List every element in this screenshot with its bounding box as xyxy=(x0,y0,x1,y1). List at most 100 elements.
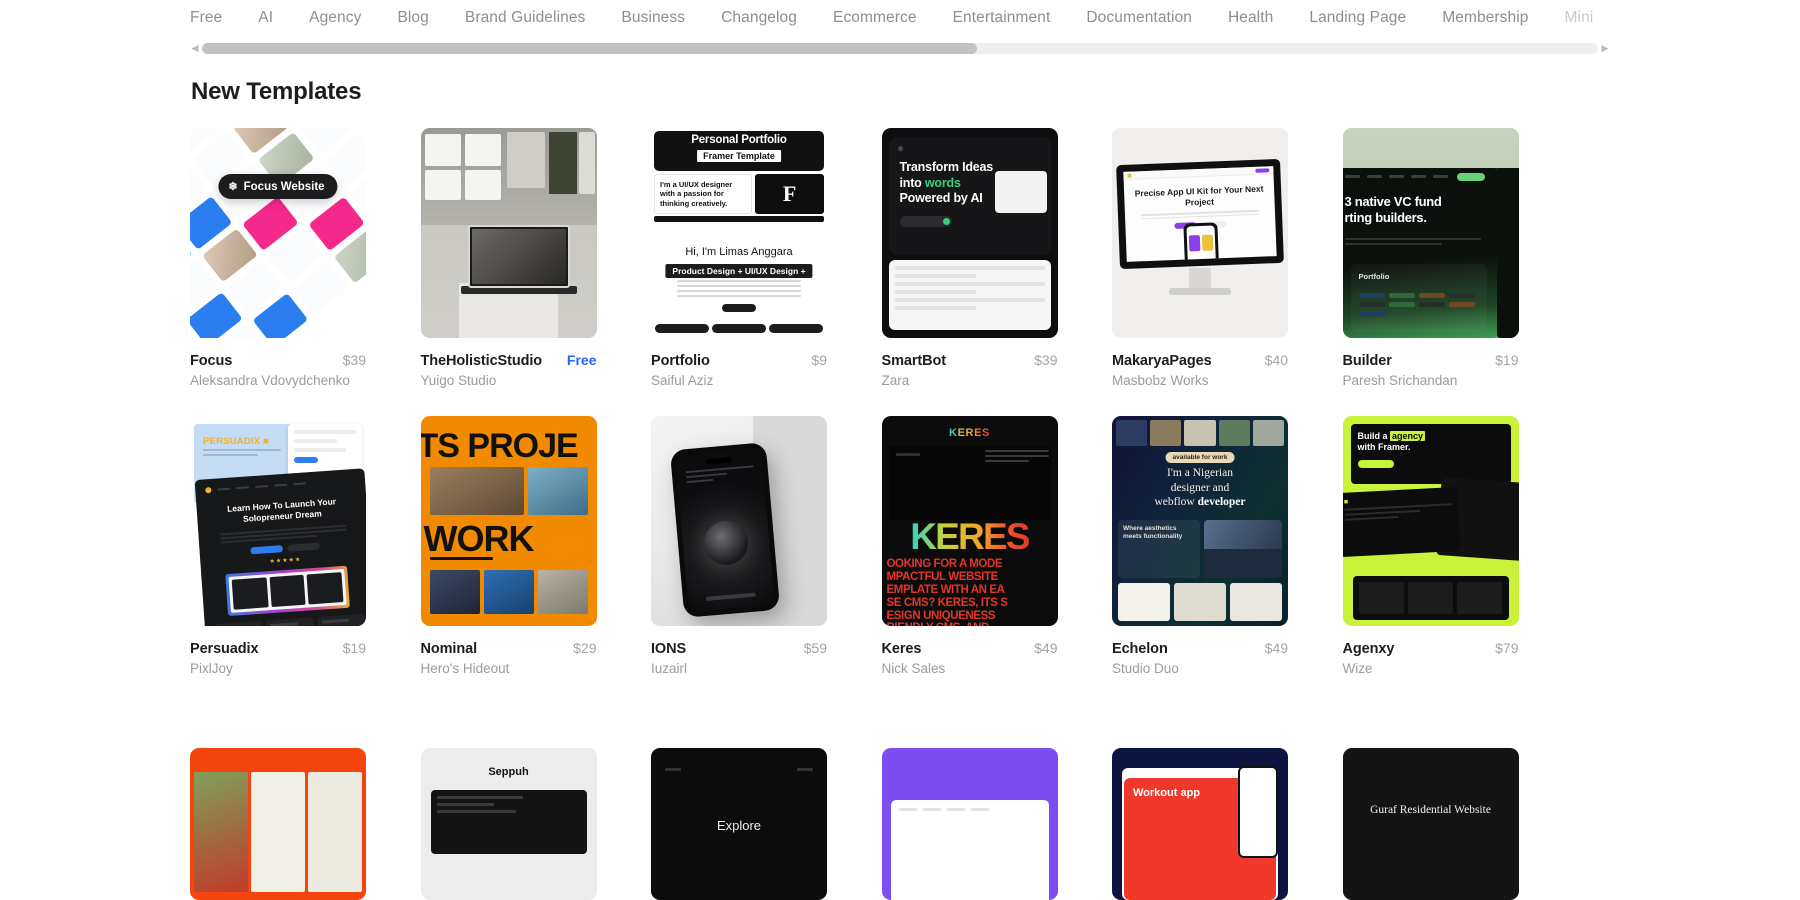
category-nav[interactable]: Free AI Agency Blog Brand Guidelines Bus… xyxy=(0,0,1800,36)
makarya-headline: Precise App UI Kit for Your Next Project xyxy=(1134,183,1264,208)
template-price: $49 xyxy=(1034,640,1058,656)
template-price: $79 xyxy=(1495,640,1519,656)
thumbnail-art: KERES KERES OOKING FOR A MODE MPACTFUL W… xyxy=(881,416,1058,626)
template-card-nominal[interactable]: TS PROJE WORK Nominal $29 Hero's Hideout xyxy=(420,416,597,676)
next-row-logo: Seppuh xyxy=(488,766,529,778)
template-thumbnail-next-1[interactable] xyxy=(190,748,366,900)
template-name: Builder xyxy=(1342,353,1392,369)
builder-headline-1: 3 native VC fund xyxy=(1344,193,1442,209)
thumbnail-art: Precise App UI Kit for Your Next Project xyxy=(1112,128,1288,338)
template-card-smartbot[interactable]: Transform Ideas into words Powered by AI xyxy=(881,128,1058,388)
template-card-theholisticstudio[interactable]: TheHolisticStudio Free Yuigo Studio xyxy=(420,128,597,388)
template-thumbnail-next-6[interactable]: Guraf Residential Website xyxy=(1342,748,1519,900)
framer-logo-icon: F xyxy=(782,181,797,206)
template-thumbnail-next-4[interactable] xyxy=(881,748,1058,900)
template-card-makaryapages[interactable]: Precise App UI Kit for Your Next Project… xyxy=(1112,128,1288,388)
builder-headline-2: rting builders. xyxy=(1344,209,1427,225)
category-nav-item-ecommerce[interactable]: Ecommerce xyxy=(833,0,935,36)
template-name: Nominal xyxy=(420,641,478,657)
template-price: $29 xyxy=(573,640,597,656)
template-thumbnail-nominal[interactable]: TS PROJE WORK xyxy=(420,416,597,626)
template-thumbnail-smartbot[interactable]: Transform Ideas into words Powered by AI xyxy=(881,128,1058,338)
template-thumbnail-echelon[interactable]: available for work I'm a Nigerian design… xyxy=(1112,416,1288,626)
template-thumbnail-focus[interactable]: ❄ Focus Website xyxy=(190,128,366,338)
template-meta: TheHolisticStudio Free Yuigo Studio xyxy=(421,352,597,388)
thumbnail-art: TS PROJE WORK xyxy=(420,416,597,626)
template-name: Focus xyxy=(190,353,233,369)
template-thumbnail-makaryapages[interactable]: Precise App UI Kit for Your Next Project xyxy=(1112,128,1288,338)
template-thumbnail-portfolio[interactable]: Personal Portfolio Framer Template I'm a… xyxy=(651,128,827,338)
agenxy-headline-2: with Framer. xyxy=(1357,442,1411,453)
thumbnail-art: Personal Portfolio Framer Template I'm a… xyxy=(651,128,827,338)
category-nav-item-agency[interactable]: Agency xyxy=(309,0,379,36)
template-thumbnail-keres[interactable]: KERES KERES OOKING FOR A MODE MPACTFUL W… xyxy=(881,416,1058,626)
next-row-label: Guraf Residential Website xyxy=(1370,804,1491,816)
category-nav-item-landing-page[interactable]: Landing Page xyxy=(1309,0,1424,36)
category-nav-item-ai[interactable]: AI xyxy=(258,0,291,36)
category-nav-item-membership[interactable]: Membership xyxy=(1442,0,1546,36)
portfolio-mid-text: Hi, I'm Limas Anggara xyxy=(685,246,793,258)
category-nav-item-blog[interactable]: Blog xyxy=(397,0,446,36)
template-card-portfolio[interactable]: Personal Portfolio Framer Template I'm a… xyxy=(651,128,827,388)
page-title: New Templates xyxy=(191,78,362,105)
template-name: Persuadix xyxy=(190,641,259,657)
category-nav-item-entertainment[interactable]: Entertainment xyxy=(953,0,1069,36)
template-meta: Nominal $29 Hero's Hideout xyxy=(421,640,597,676)
focus-tile-collage xyxy=(190,128,366,338)
sparkle-icon: ❄ xyxy=(228,181,238,193)
template-card-keres[interactable]: KERES KERES OOKING FOR A MODE MPACTFUL W… xyxy=(881,416,1058,676)
echelon-card-text: Where aesthetics meets functionality xyxy=(1123,525,1183,541)
category-nav-item-documentation[interactable]: Documentation xyxy=(1086,0,1210,36)
scroll-right-arrow-icon[interactable]: ▶ xyxy=(1600,43,1610,53)
category-nav-item-mini[interactable]: Mini xyxy=(1565,0,1612,36)
echelon-headline-2: designer and xyxy=(1170,481,1230,494)
template-thumbnail-next-5[interactable]: Workout app xyxy=(1112,748,1288,900)
category-nav-item-free[interactable]: Free xyxy=(190,0,240,36)
scroll-left-arrow-icon[interactable]: ◀ xyxy=(190,43,200,53)
thumbnail-art: ❄ Focus Website xyxy=(190,128,366,338)
category-nav-item-changelog[interactable]: Changelog xyxy=(721,0,815,36)
smartbot-headline-2: into xyxy=(899,175,922,190)
template-card-echelon[interactable]: available for work I'm a Nigerian design… xyxy=(1112,416,1288,676)
category-nav-item-brand-guidelines[interactable]: Brand Guidelines xyxy=(465,0,604,36)
template-thumbnail-agenxy[interactable]: Build a agency with Framer. ■ xyxy=(1342,416,1519,626)
template-price: $39 xyxy=(342,352,366,368)
templates-grid: ❄ Focus Website Focus $39 Aleksandra Vdo… xyxy=(190,128,1610,676)
template-card-agenxy[interactable]: Build a agency with Framer. ■ Agenxy $79 xyxy=(1342,416,1519,676)
template-thumbnail-builder[interactable]: 3 native VC fund rting builders. Portfol… xyxy=(1342,128,1519,338)
template-price: $49 xyxy=(1264,640,1288,656)
template-thumbnail-theholisticstudio[interactable] xyxy=(420,128,597,338)
template-name: SmartBot xyxy=(881,353,947,369)
echelon-headline-1: I'm a Nigerian xyxy=(1167,467,1233,479)
template-thumbnail-next-2[interactable]: Seppuh xyxy=(420,748,597,900)
category-nav-item-business[interactable]: Business xyxy=(621,0,703,36)
keres-body-1: OOKING FOR A MODE xyxy=(886,558,1003,570)
template-author: Zara xyxy=(881,373,910,388)
portfolio-hero-subtitle: Framer Template xyxy=(697,150,781,162)
template-thumbnail-next-3[interactable]: Explore xyxy=(651,748,827,900)
thumbnail-art: available for work I'm a Nigerian design… xyxy=(1112,416,1288,626)
template-author: Masbobz Works xyxy=(1112,373,1209,388)
template-thumbnail-persuadix[interactable]: PERSUADIX ■ Learn How To Launch Your Sol… xyxy=(190,416,366,626)
template-card-ions[interactable]: IONS $59 Iuzairl xyxy=(651,416,827,676)
template-card-focus[interactable]: ❄ Focus Website Focus $39 Aleksandra Vdo… xyxy=(190,128,366,388)
template-card-builder[interactable]: 3 native VC fund rting builders. Portfol… xyxy=(1342,128,1519,388)
portfolio-hero-title: Personal Portfolio xyxy=(691,134,787,146)
template-thumbnail-ions[interactable] xyxy=(651,416,827,626)
template-meta: Echelon $49 Studio Duo xyxy=(1112,640,1288,676)
builder-section-label: Portfolio xyxy=(1358,271,1390,281)
category-nav-item-health[interactable]: Health xyxy=(1228,0,1291,36)
template-price: $39 xyxy=(1034,352,1058,368)
echelon-headline-3: webflow xyxy=(1154,496,1195,509)
category-scrollbar[interactable]: ◀ ▶ xyxy=(190,40,1610,56)
templates-grid-next-row: Seppuh Explore Workout app Guraf Residen… xyxy=(190,748,1610,900)
template-card-persuadix[interactable]: PERSUADIX ■ Learn How To Launch Your Sol… xyxy=(190,416,366,676)
thumbnail-art: 3 native VC fund rting builders. Portfol… xyxy=(1342,128,1519,338)
scrollbar-thumb[interactable] xyxy=(202,42,977,54)
template-author: PixlJoy xyxy=(190,661,233,676)
template-author: Nick Sales xyxy=(881,661,946,676)
thumbnail-art: PERSUADIX ■ Learn How To Launch Your Sol… xyxy=(190,416,366,626)
template-name: IONS xyxy=(651,641,687,657)
scrollbar-track[interactable] xyxy=(202,42,1598,54)
template-meta: Portfolio $9 Saiful Aziz xyxy=(651,352,827,388)
